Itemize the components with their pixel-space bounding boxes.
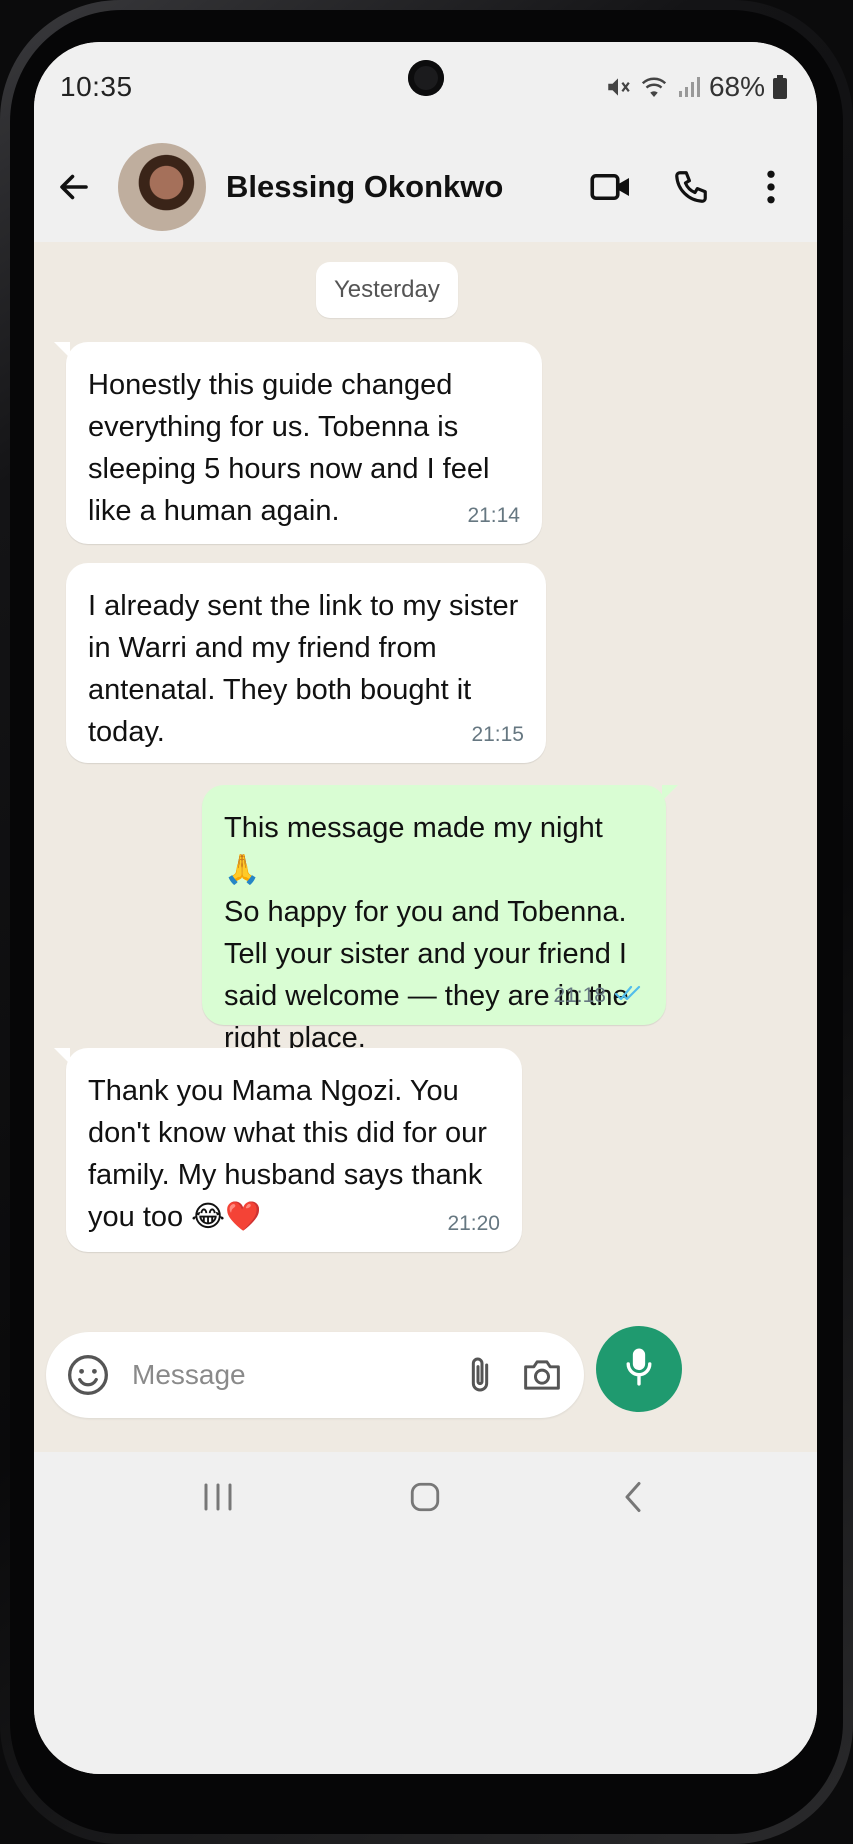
message-text: This message made my night 🙏 So happy fo… [224, 812, 629, 1054]
mic-button[interactable] [596, 1326, 682, 1412]
battery-icon [773, 75, 787, 99]
message-bubble-incoming[interactable]: Honestly this guide changed everything f… [54, 342, 542, 544]
screen-bottom [34, 1542, 817, 1774]
message-composer: Message [46, 1332, 584, 1418]
mute-icon [605, 74, 631, 100]
attach-icon[interactable] [458, 1353, 502, 1397]
phone-call-icon[interactable] [669, 165, 713, 209]
message-time: 21:20 [447, 1212, 500, 1235]
wifi-icon [639, 74, 669, 100]
avatar[interactable] [118, 143, 206, 231]
message-bubble-incoming[interactable]: Thank you Mama Ngozi. You don't know wha… [54, 1048, 522, 1252]
phone-screen: 10:35 68% Blessing Okonkwo Yesterday Hon… [34, 42, 817, 1774]
signal-icon [677, 75, 701, 99]
home-icon[interactable] [401, 1473, 449, 1521]
emoji-icon[interactable] [66, 1353, 110, 1397]
bubble-tail [54, 1048, 70, 1064]
message-bubble-incoming[interactable]: I already sent the link to my sister in … [66, 563, 546, 763]
battery-percent: 68% [708, 71, 765, 102]
message-text: Honestly this guide changed everything f… [88, 369, 490, 527]
bubble-tail [54, 342, 70, 358]
back-nav-icon[interactable] [609, 1473, 657, 1521]
message-meta: 21:20 [447, 1212, 500, 1236]
chat-header: Blessing Okonkwo [34, 132, 817, 242]
message-time: 21:14 [467, 504, 520, 527]
date-chip: Yesterday [316, 262, 458, 318]
front-camera [408, 60, 444, 96]
recent-apps-icon[interactable] [194, 1473, 242, 1521]
back-arrow-icon[interactable] [52, 165, 96, 209]
video-call-icon[interactable] [589, 165, 633, 209]
read-ticks-icon [614, 983, 644, 1009]
system-nav-bar [34, 1452, 817, 1542]
message-bubble-outgoing[interactable]: This message made my night 🙏 So happy fo… [202, 785, 678, 1054]
more-vert-icon[interactable] [749, 165, 793, 209]
message-meta: 21:18 [553, 983, 644, 1009]
message-meta: 21:14 [467, 504, 520, 528]
message-time: 21:18 [553, 984, 606, 1007]
message-text: Thank you Mama Ngozi. You don't know wha… [88, 1075, 487, 1233]
bubble-tail [662, 785, 678, 801]
message-input[interactable]: Message [132, 1359, 440, 1391]
contact-name[interactable]: Blessing Okonkwo [226, 169, 589, 205]
status-icons: 68% [605, 71, 787, 103]
message-time: 21:15 [471, 723, 524, 746]
mic-icon [622, 1347, 656, 1392]
message-text: I already sent the link to my sister in … [88, 590, 519, 748]
message-meta: 21:15 [471, 723, 524, 747]
header-actions [589, 165, 793, 209]
status-time: 10:35 [60, 71, 133, 102]
camera-icon[interactable] [520, 1353, 564, 1397]
